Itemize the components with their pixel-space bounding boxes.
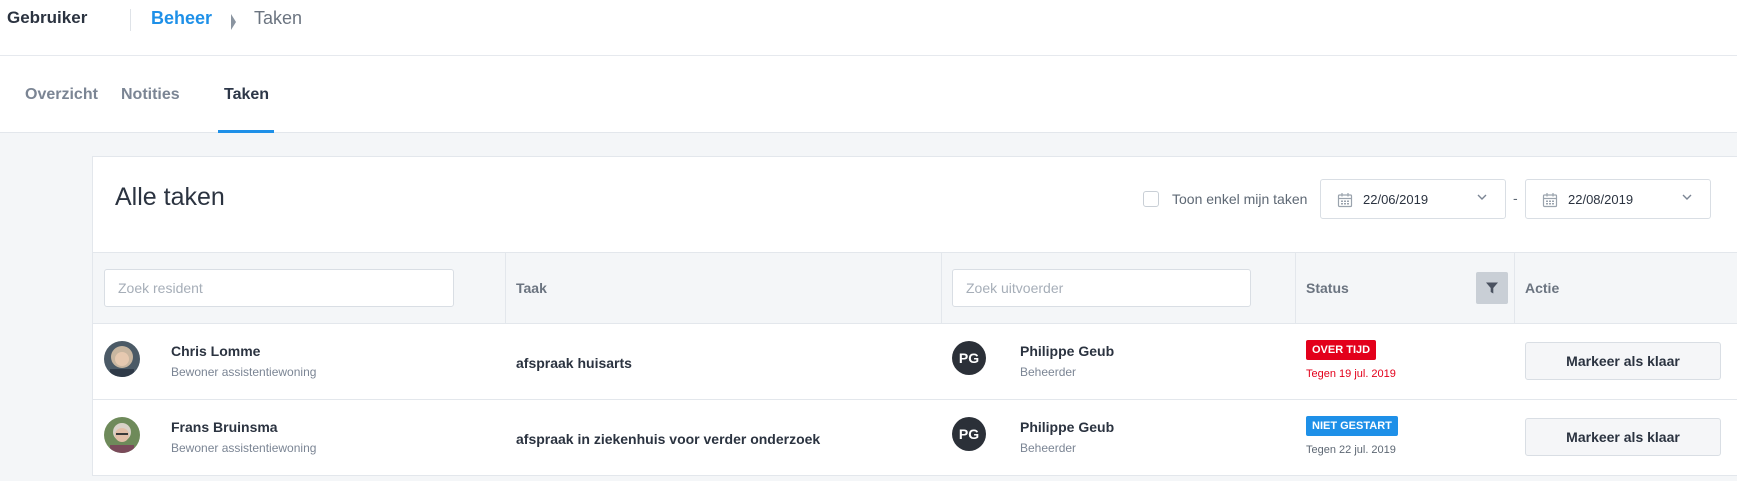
chevron-down-icon	[1477, 194, 1487, 200]
table-row: Frans Bruinsma Bewoner assistentiewoning…	[93, 400, 1737, 476]
executor-role: Beheerder	[1020, 441, 1077, 455]
executor-role: Beheerder	[1020, 365, 1077, 379]
task-column-header: Taak	[516, 280, 547, 296]
resident-role: Bewoner assistentiewoning	[171, 365, 317, 379]
mark-done-button[interactable]: Markeer als klaar	[1525, 342, 1721, 380]
resident-role: Bewoner assistentiewoning	[171, 441, 317, 455]
status-filter-button[interactable]	[1476, 272, 1508, 304]
breadcrumb-beheer-link[interactable]: Beheer	[151, 8, 212, 29]
executor-name: Philippe Geub	[1020, 343, 1115, 359]
tab-taken[interactable]: Taken	[224, 86, 269, 104]
date-range-separator: -	[1513, 190, 1518, 206]
chevron-down-icon	[1682, 194, 1692, 200]
tasks-panel: Alle taken Toon enkel mijn taken 22/06/2…	[92, 156, 1737, 476]
only-mine-label: Toon enkel mijn taken	[1172, 191, 1308, 207]
breadcrumb-arrow-icon	[231, 14, 236, 30]
mark-done-button[interactable]: Markeer als klaar	[1525, 418, 1721, 456]
calendar-icon	[1337, 193, 1353, 208]
task-title[interactable]: afspraak in ziekenhuis voor verder onder…	[516, 431, 820, 447]
resident-name[interactable]: Frans Bruinsma	[171, 419, 278, 435]
tab-bar: Overzicht Notities Taken	[0, 56, 1737, 133]
only-mine-toggle[interactable]: Toon enkel mijn taken	[1143, 191, 1307, 207]
status-badge: OVER TIJD	[1306, 340, 1377, 360]
executor-search-input[interactable]	[952, 269, 1251, 307]
date-from-picker[interactable]: 22/06/2019	[1320, 179, 1506, 219]
tab-overzicht[interactable]: Overzicht	[25, 86, 98, 104]
page-title: Alle taken	[115, 183, 225, 211]
column-divider	[505, 253, 506, 325]
executor-avatar: PG	[952, 341, 986, 375]
executor-avatar: PG	[952, 417, 986, 451]
resident-search-input[interactable]	[104, 269, 454, 307]
column-divider	[1295, 253, 1296, 325]
date-to-value: 22/08/2019	[1568, 192, 1634, 207]
breadcrumb-divider	[130, 9, 131, 31]
status-column-header: Status	[1306, 280, 1349, 296]
top-bar: Gebruiker Beheer Taken	[0, 0, 1737, 56]
calendar-icon	[1542, 193, 1558, 208]
table-header: Taak Status Actie	[93, 252, 1737, 325]
column-divider	[1514, 253, 1515, 325]
active-tab-indicator	[218, 130, 274, 133]
column-divider	[941, 253, 942, 325]
breadcrumb-current: Taken	[254, 8, 303, 28]
resident-avatar	[104, 341, 140, 377]
tab-notities[interactable]: Notities	[121, 86, 180, 104]
resident-avatar	[104, 417, 140, 453]
resident-name[interactable]: Chris Lomme	[171, 343, 260, 359]
executor-name: Philippe Geub	[1020, 419, 1115, 435]
due-date: Tegen 22 jul. 2019	[1306, 444, 1396, 456]
app-name: Gebruiker	[7, 8, 88, 27]
filter-funnel-icon	[1486, 282, 1498, 294]
only-mine-checkbox[interactable]	[1143, 191, 1159, 207]
due-date: Tegen 19 jul. 2019	[1306, 368, 1396, 380]
table-row: Chris Lomme Bewoner assistentiewoning af…	[93, 324, 1737, 400]
action-column-header: Actie	[1525, 280, 1560, 296]
date-from-value: 22/06/2019	[1363, 192, 1429, 207]
date-to-picker[interactable]: 22/08/2019	[1525, 179, 1711, 219]
task-title[interactable]: afspraak huisarts	[516, 355, 632, 371]
status-badge: NIET GESTART	[1306, 416, 1398, 436]
